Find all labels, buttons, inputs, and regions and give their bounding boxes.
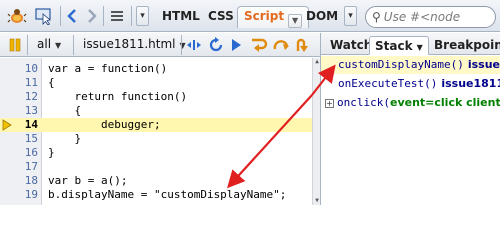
- step-over-icon[interactable]: [272, 37, 290, 53]
- step-into-icon[interactable]: [250, 37, 268, 53]
- stack-frame[interactable]: onExecuteTest() issue1811: [321, 75, 500, 93]
- code-text: {: [48, 76, 55, 89]
- stack-frame-file[interactable]: issue1811: [468, 58, 500, 71]
- code-line[interactable]: 12 return function(): [0, 90, 312, 104]
- code-line[interactable]: 11 {: [0, 76, 312, 90]
- line-number[interactable]: 11: [12, 76, 38, 90]
- rerun-icon[interactable]: [208, 37, 224, 53]
- code-text: }: [48, 146, 55, 159]
- panel-scroll-left-button[interactable]: ▾: [136, 6, 149, 26]
- stack-frame-args: event=click clientX: [389, 96, 500, 109]
- forward-icon[interactable]: [84, 5, 100, 27]
- menu-icon[interactable]: [107, 5, 127, 27]
- execution-pointer-icon: [2, 119, 12, 131]
- stack-frame-function: customDisplayName(): [338, 58, 464, 71]
- search-placeholder: Use #<node: [383, 10, 461, 24]
- tab-script-label: Script: [244, 9, 285, 23]
- toolbar-separator: [131, 6, 132, 26]
- toolbar-separator: [181, 35, 182, 55]
- source-code-view[interactable]: 10 var a = function() 11 {12 return functio…: [0, 58, 320, 205]
- code-scrollbar[interactable]: ▲ ▼: [312, 58, 320, 205]
- toolbar-separator: [27, 35, 28, 55]
- code-line[interactable]: 16}: [0, 146, 312, 160]
- tab-dom[interactable]: DOM: [302, 7, 342, 27]
- file-dropdown[interactable]: issue1811.html ▼: [78, 35, 191, 55]
- file-dropdown-label: issue1811.html: [83, 37, 176, 51]
- chevron-down-icon: ▼: [55, 41, 62, 50]
- code-line[interactable]: 17: [0, 160, 312, 174]
- main-toolbar: ▾ HTML CSS Script ▼ DOM ▾ ⚲ Use #<node: [0, 0, 500, 32]
- script-toolbar: all ▼ issue1811.html ▼: [0, 33, 320, 57]
- search-input[interactable]: ⚲ Use #<node: [365, 6, 496, 28]
- firebug-icon[interactable]: [6, 5, 28, 27]
- tab-stack-label: Stack: [375, 39, 413, 53]
- line-number[interactable]: 18: [12, 174, 38, 188]
- toolbar-separator: [73, 35, 74, 55]
- line-number[interactable]: 15: [12, 132, 38, 146]
- code-line[interactable]: 10 var a = function(): [0, 62, 312, 76]
- line-number[interactable]: 10: [12, 62, 38, 76]
- tab-script[interactable]: Script ▼: [237, 6, 310, 28]
- code-text: var b = a();: [48, 174, 128, 187]
- tab-stack[interactable]: Stack ▼: [369, 36, 429, 55]
- context-dropdown[interactable]: all ▼: [32, 35, 66, 55]
- code-text: debugger;: [48, 118, 161, 131]
- continue-icon[interactable]: [230, 37, 242, 53]
- current-code-line[interactable]: 14 debugger;: [0, 118, 312, 132]
- inspect-icon[interactable]: [33, 5, 55, 27]
- stack-frame-file[interactable]: issue1811: [441, 77, 500, 90]
- search-icon: ⚲: [372, 10, 381, 24]
- code-text: return function(): [48, 90, 188, 103]
- code-text: var a = function(): [48, 62, 168, 75]
- stack-frame-function: onExecuteTest(): [338, 77, 438, 90]
- stack-frame[interactable]: customDisplayName() issue1811: [321, 56, 500, 74]
- line-number[interactable]: 12: [12, 90, 38, 104]
- panel-scroll-right-button[interactable]: ▾: [344, 6, 357, 26]
- expand-icon[interactable]: +: [325, 99, 334, 108]
- back-icon[interactable]: [64, 5, 80, 27]
- tab-css[interactable]: CSS: [204, 7, 238, 27]
- code-line[interactable]: 19 b.displayName = "customDisplayName";: [0, 188, 312, 202]
- side-panel-tabs: Watch Stack▼ Breakpoints: [321, 33, 500, 55]
- line-number[interactable]: 14: [12, 118, 38, 132]
- side-panel: Watch Stack▼ Breakpoints customDisplayNa…: [320, 33, 500, 205]
- code-text: {: [48, 104, 82, 117]
- line-number[interactable]: 16: [12, 146, 38, 160]
- code-line[interactable]: 13 {: [0, 104, 312, 118]
- toolbar-separator: [60, 6, 61, 26]
- tab-html[interactable]: HTML: [158, 7, 204, 27]
- toolbar-separator: [103, 6, 104, 26]
- code-text: b.displayName = "customDisplayName";: [48, 188, 287, 201]
- step-out-icon[interactable]: [294, 37, 312, 53]
- stack-frame-function: onclick(: [337, 96, 390, 109]
- split-view-icon[interactable]: [186, 37, 202, 53]
- line-number[interactable]: 13: [12, 104, 38, 118]
- pause-icon[interactable]: [8, 37, 22, 53]
- chevron-down-icon[interactable]: ▼: [288, 14, 303, 28]
- code-line[interactable]: 18 var b = a();: [0, 174, 312, 188]
- line-number[interactable]: 19: [12, 188, 38, 202]
- code-text: }: [48, 132, 82, 145]
- context-dropdown-label: all: [37, 37, 52, 51]
- chevron-down-icon[interactable]: ▼: [417, 43, 423, 52]
- code-line[interactable]: 15 }: [0, 132, 312, 146]
- line-number[interactable]: 17: [12, 160, 38, 174]
- tab-breakpoints[interactable]: Breakpoints: [429, 36, 500, 55]
- stack-frame[interactable]: + onclick(event=click clientX: [321, 94, 500, 112]
